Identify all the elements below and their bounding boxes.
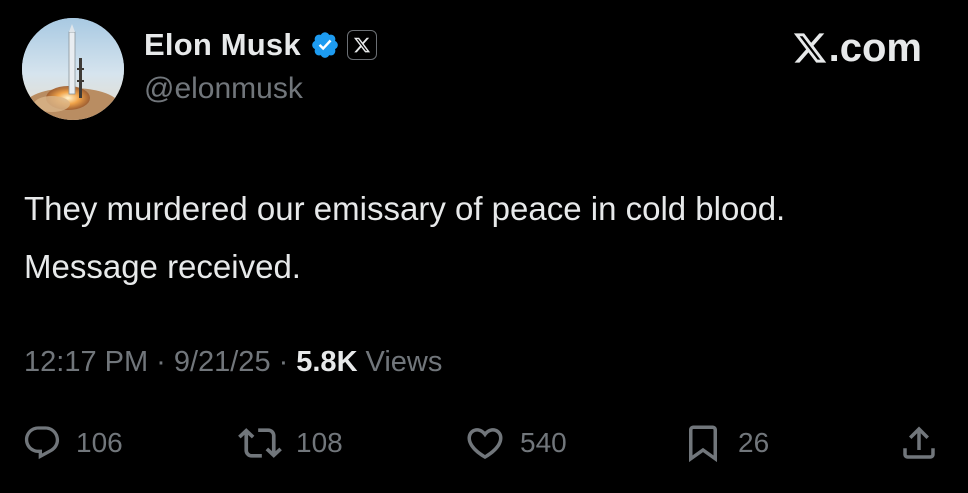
tweet-card: Elon Musk @elonmusk .com They murdered o… — [0, 0, 968, 493]
meta-separator: · — [278, 346, 289, 378]
share-icon — [903, 426, 935, 459]
tweet-date[interactable]: 9/21/25 — [174, 346, 271, 379]
x-com-brand: .com — [792, 26, 922, 70]
repost-icon — [238, 428, 282, 458]
author-name-row: Elon Musk — [144, 26, 377, 64]
tweet-text-line: They murdered our emissary of peace in c… — [24, 190, 786, 227]
heart-icon — [467, 428, 503, 460]
x-logo-icon — [353, 37, 370, 53]
tweet-time[interactable]: 12:17 PM — [24, 346, 148, 379]
tweet-text: They murdered our emissary of peace in c… — [24, 180, 954, 296]
tweet-text-line: Message received. — [24, 248, 301, 285]
share-button[interactable] — [898, 418, 940, 468]
site-domain-label: .com — [828, 25, 922, 70]
reply-button[interactable]: 106 — [22, 418, 123, 468]
reply-count: 106 — [76, 427, 123, 458]
repost-count: 108 — [296, 427, 343, 458]
tweet-meta: 12:17 PM · 9/21/25 · 5.8K Views — [24, 346, 442, 379]
rocket-launch-image — [22, 18, 124, 120]
author-handle[interactable]: @elonmusk — [144, 72, 303, 106]
views-count[interactable]: 5.8K — [296, 346, 357, 379]
reply-icon — [24, 426, 60, 460]
x-logo-icon — [793, 33, 826, 63]
bookmark-button[interactable]: 26 — [682, 418, 769, 468]
like-button[interactable]: 540 — [464, 418, 567, 468]
like-count: 540 — [520, 427, 567, 458]
bookmark-count: 26 — [738, 427, 770, 458]
x-affiliate-badge[interactable] — [346, 30, 377, 60]
views-label: Views — [365, 346, 443, 378]
avatar[interactable] — [22, 18, 124, 120]
meta-separator: · — [156, 346, 166, 378]
author-display-name[interactable]: Elon Musk — [144, 27, 301, 63]
repost-button[interactable]: 108 — [238, 418, 343, 468]
bookmark-icon — [689, 425, 717, 463]
verified-check-icon[interactable] — [310, 30, 340, 60]
action-bar: 106 108 540 26 — [0, 418, 968, 468]
